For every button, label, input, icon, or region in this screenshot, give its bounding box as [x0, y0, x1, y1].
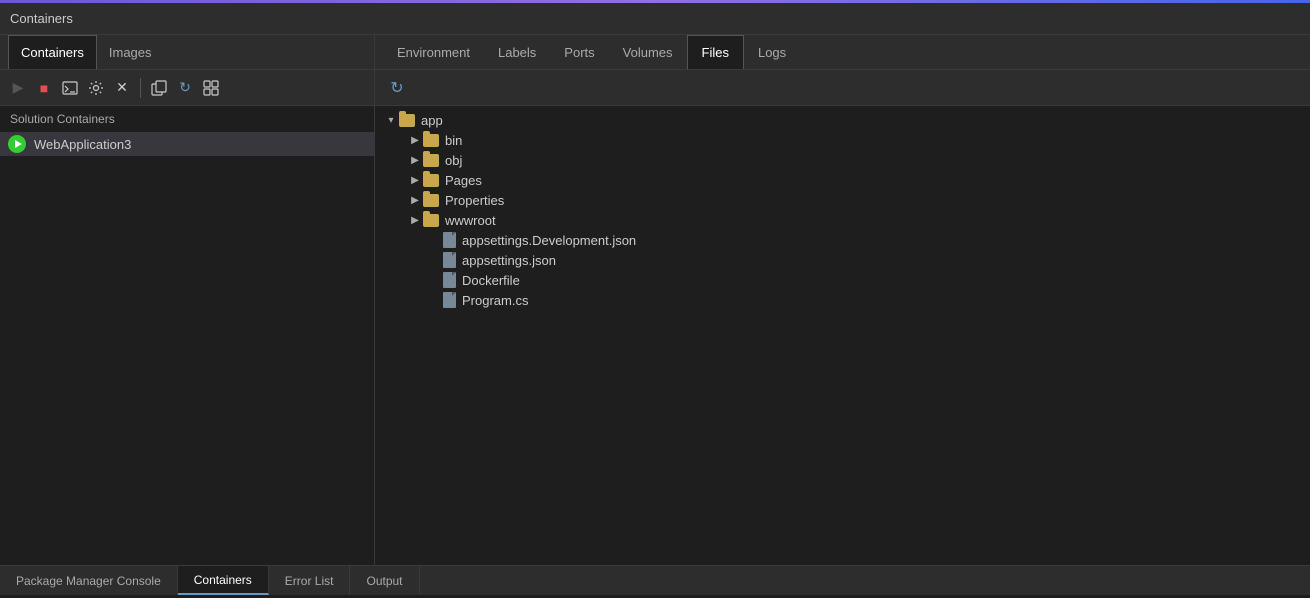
file-icon — [443, 232, 456, 248]
file-node-app[interactable]: ▾ app — [375, 110, 1310, 130]
bottom-tab-output[interactable]: Output — [350, 566, 419, 595]
file-label: wwwroot — [445, 213, 496, 228]
folder-icon — [399, 114, 415, 127]
right-toolbar: ↻ — [375, 70, 1310, 106]
folder-icon — [423, 174, 439, 187]
file-label: Program.cs — [462, 293, 528, 308]
file-node-appsettings-dev[interactable]: ▶ appsettings.Development.json — [375, 230, 1310, 250]
file-tree: ▾ app ▶ bin ▶ obj ▶ — [375, 106, 1310, 565]
bottom-tab-pkg-manager[interactable]: Package Manager Console — [0, 566, 178, 595]
solution-containers-label: Solution Containers — [0, 106, 374, 132]
file-label: app — [421, 113, 443, 128]
chevron-right-icon: ▶ — [407, 212, 423, 228]
bottom-tab-error-list[interactable]: Error List — [269, 566, 351, 595]
left-tab-bar: Containers Images — [0, 35, 374, 70]
file-label: obj — [445, 153, 462, 168]
folder-icon — [423, 154, 439, 167]
chevron-down-icon: ▾ — [383, 112, 399, 128]
terminal-button[interactable] — [58, 76, 82, 100]
file-icon — [443, 292, 456, 308]
copy-button[interactable] — [147, 76, 171, 100]
folder-icon — [423, 214, 439, 227]
tab-images[interactable]: Images — [97, 35, 164, 69]
chevron-right-icon: ▶ — [407, 172, 423, 188]
file-icon — [443, 252, 456, 268]
file-node-bin[interactable]: ▶ bin — [375, 130, 1310, 150]
file-node-programcs[interactable]: ▶ Program.cs — [375, 290, 1310, 310]
file-label: bin — [445, 133, 462, 148]
tab-ports[interactable]: Ports — [550, 35, 608, 69]
right-tab-bar: Environment Labels Ports Volumes Files L… — [375, 35, 1310, 70]
file-node-wwwroot[interactable]: ▶ wwwroot — [375, 210, 1310, 230]
folder-icon — [423, 194, 439, 207]
file-label: Properties — [445, 193, 504, 208]
file-node-obj[interactable]: ▶ obj — [375, 150, 1310, 170]
file-label: appsettings.Development.json — [462, 233, 636, 248]
file-node-pages[interactable]: ▶ Pages — [375, 170, 1310, 190]
folder-icon — [423, 134, 439, 147]
chevron-right-icon: ▶ — [407, 152, 423, 168]
file-node-appsettings[interactable]: ▶ appsettings.json — [375, 250, 1310, 270]
running-status-icon — [8, 135, 26, 153]
container-label: WebApplication3 — [34, 137, 131, 152]
attach-button[interactable] — [199, 76, 223, 100]
title-label: Containers — [10, 11, 73, 26]
play-button[interactable]: ▶ — [6, 76, 30, 100]
file-node-properties[interactable]: ▶ Properties — [375, 190, 1310, 210]
tab-labels[interactable]: Labels — [484, 35, 550, 69]
chevron-right-icon: ▶ — [407, 192, 423, 208]
settings-button[interactable] — [84, 76, 108, 100]
bottom-tab-containers[interactable]: Containers — [178, 566, 269, 595]
file-label: Dockerfile — [462, 273, 520, 288]
file-label: Pages — [445, 173, 482, 188]
container-item-webapp3[interactable]: WebApplication3 — [0, 132, 374, 156]
file-label: appsettings.json — [462, 253, 556, 268]
delete-button[interactable]: ✕ — [110, 76, 134, 100]
tab-volumes[interactable]: Volumes — [609, 35, 687, 69]
file-node-dockerfile[interactable]: ▶ Dockerfile — [375, 270, 1310, 290]
tab-environment[interactable]: Environment — [383, 35, 484, 69]
file-icon — [443, 272, 456, 288]
stop-button[interactable]: ■ — [32, 76, 56, 100]
tab-logs[interactable]: Logs — [744, 35, 800, 69]
tab-files[interactable]: Files — [687, 35, 744, 69]
right-panel: Environment Labels Ports Volumes Files L… — [375, 35, 1310, 565]
refresh-button[interactable]: ↻ — [385, 76, 409, 100]
title-bar: Containers — [0, 3, 1310, 35]
tab-containers-left[interactable]: Containers — [8, 35, 97, 69]
restart-button[interactable]: ↻ — [173, 76, 197, 100]
bottom-tab-bar: Package Manager Console Containers Error… — [0, 565, 1310, 595]
left-toolbar: ▶ ■ ✕ — [0, 70, 374, 106]
chevron-right-icon: ▶ — [407, 132, 423, 148]
toolbar-separator-1 — [140, 78, 141, 98]
left-panel: Containers Images ▶ ■ — [0, 35, 375, 565]
